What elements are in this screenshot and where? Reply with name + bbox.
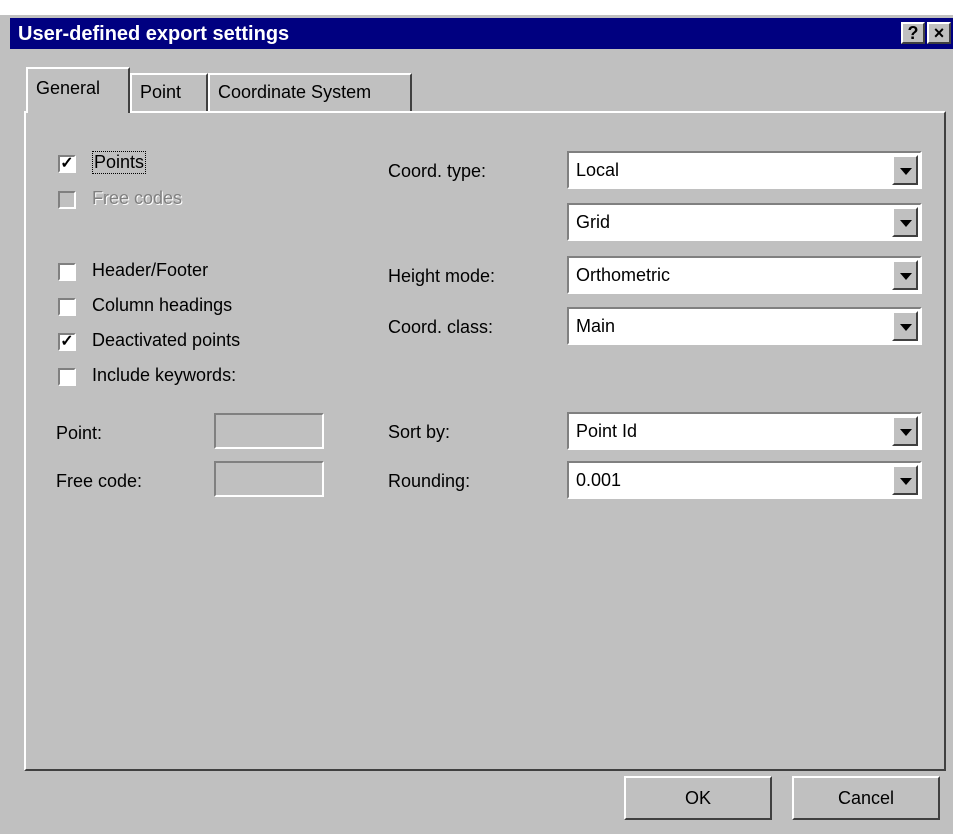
free-code-keyword-label: Free code: <box>56 471 143 491</box>
sort-by-label: Sort by: <box>388 422 451 442</box>
tab-general[interactable]: General <box>26 67 130 113</box>
coord-type-value: Local <box>576 160 620 180</box>
tab-coordinate-system[interactable]: Coordinate System <box>208 73 412 111</box>
point-keyword-label: Point: <box>56 423 103 443</box>
sort-by-value: Point Id <box>576 421 638 441</box>
header-footer-checkbox[interactable] <box>58 263 76 281</box>
chevron-down-icon[interactable] <box>892 465 918 495</box>
column-headings-label: Column headings <box>92 295 233 315</box>
chevron-down-icon[interactable] <box>892 311 918 341</box>
points-label: Points <box>92 151 147 174</box>
grid-value: Grid <box>576 212 611 232</box>
rounding-select[interactable]: 0.001 <box>567 461 922 499</box>
height-mode-label: Height mode: <box>388 266 496 286</box>
rounding-value: 0.001 <box>576 470 622 490</box>
point-keyword-input[interactable] <box>214 413 324 449</box>
chevron-down-icon[interactable] <box>892 416 918 446</box>
coord-type-label: Coord. type: <box>388 161 487 181</box>
include-keywords-checkbox[interactable] <box>58 368 76 386</box>
points-checkbox[interactable]: ✓ <box>58 155 76 173</box>
free-codes-checkbox <box>58 191 76 209</box>
coord-class-value: Main <box>576 316 616 336</box>
coord-class-select[interactable]: Main <box>567 307 922 345</box>
tab-point[interactable]: Point <box>130 73 208 111</box>
cancel-button[interactable]: Cancel <box>792 776 940 820</box>
title-bar: User-defined export settings ? × <box>10 18 953 49</box>
export-settings-dialog: User-defined export settings ? × General… <box>0 15 953 834</box>
chevron-down-icon[interactable] <box>892 207 918 237</box>
chevron-down-icon[interactable] <box>892 260 918 290</box>
grid-select[interactable]: Grid <box>567 203 922 241</box>
rounding-label: Rounding: <box>388 471 471 491</box>
general-panel: ✓ Points Free codes Header/Footer Column… <box>24 111 946 771</box>
free-code-keyword-input[interactable] <box>214 461 324 497</box>
ok-button[interactable]: OK <box>624 776 772 820</box>
chevron-down-icon[interactable] <box>892 155 918 185</box>
window-title: User-defined export settings <box>18 23 290 45</box>
help-button[interactable]: ? <box>901 22 925 44</box>
deactivated-points-label: Deactivated points <box>92 330 241 350</box>
header-footer-label: Header/Footer <box>92 260 209 280</box>
coord-type-select[interactable]: Local <box>567 151 922 189</box>
include-keywords-label: Include keywords: <box>92 365 237 385</box>
height-mode-value: Orthometric <box>576 265 671 285</box>
column-headings-checkbox[interactable] <box>58 298 76 316</box>
coord-class-label: Coord. class: <box>388 317 494 337</box>
free-codes-label: Free codes <box>92 188 183 208</box>
height-mode-select[interactable]: Orthometric <box>567 256 922 294</box>
sort-by-select[interactable]: Point Id <box>567 412 922 450</box>
deactivated-points-checkbox[interactable]: ✓ <box>58 333 76 351</box>
close-button[interactable]: × <box>927 22 951 44</box>
